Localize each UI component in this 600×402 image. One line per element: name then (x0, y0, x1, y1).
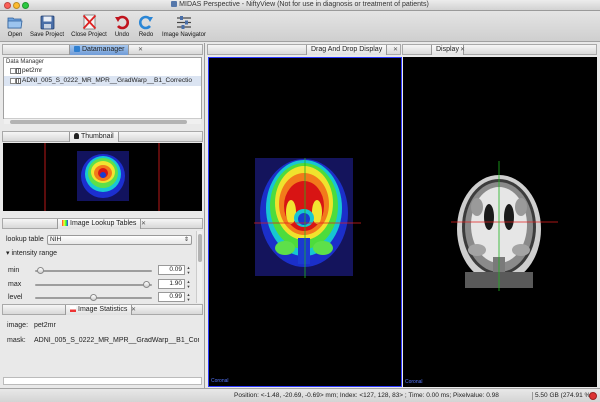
window-titlebar: MIDAS Perspective - NiftyView (Not for u… (0, 0, 600, 11)
datamanager-close-icon[interactable]: ✕ (138, 45, 143, 55)
window-title-text: MIDAS Perspective - NiftyView (Not for u… (179, 1, 429, 8)
tab-display[interactable]: Display (431, 45, 464, 55)
redo-arrow-icon (134, 12, 158, 32)
sliders-icon (160, 12, 208, 32)
window-title: MIDAS Perspective - NiftyView (Not for u… (0, 1, 600, 8)
min-stepper[interactable]: ▲ ▼ (186, 265, 191, 275)
image-label: image: (7, 322, 29, 329)
data-node[interactable]: ADNI_005_S_0222_MR_MPR__GradWarp__B1_Cor… (4, 76, 201, 86)
lookup-table-select[interactable]: NIH ⇕ (47, 235, 192, 245)
drag-drop-render-window[interactable]: Coronal (208, 57, 402, 387)
save-project-button-label: Save Project (29, 32, 65, 38)
display-render-window[interactable]: Coronal (403, 57, 597, 387)
data-node-label: pet2mr (22, 67, 43, 74)
tab-drag-and-drop-display[interactable]: Drag And Drop Display (306, 45, 388, 55)
tab-image-statistics-label: Image Statistics (78, 306, 128, 313)
image-value: pet2mr (34, 322, 56, 329)
memory-status-icon (589, 392, 597, 400)
orientation-label: Coronal (405, 379, 423, 385)
drag-drop-close-icon[interactable]: ✕ (393, 45, 398, 55)
undo-button-label: Undo (114, 32, 130, 38)
status-bar: Position: <-1.48, -20.69, -0.69> mm; Ind… (0, 388, 600, 402)
undo-arrow-icon (110, 12, 134, 32)
scrollbar-thumb[interactable] (10, 120, 187, 124)
intensity-range-toggle[interactable]: ▾ intensity range (6, 249, 57, 257)
mask-value: ADNI_005_S_0222_MR_MPR__GradWarp__B1_Cor… (34, 337, 199, 344)
min-slider-track[interactable] (35, 270, 152, 272)
orientation-label: Coronal (211, 378, 229, 384)
open-button-label: Open (7, 32, 23, 38)
save-floppy-icon (29, 12, 65, 32)
data-node[interactable]: pet2mr (4, 66, 201, 76)
datamanager-icon (74, 46, 80, 52)
statistics-panel-header: Image Statistics ✕ (2, 304, 203, 315)
display-close-icon[interactable]: ✕ (460, 45, 465, 55)
statistics-chart-icon (70, 306, 76, 312)
tab-image-statistics[interactable]: Image Statistics (65, 305, 133, 315)
max-stepper[interactable]: ▲ ▼ (186, 279, 191, 289)
lookup-panel-header: Image Lookup Tables ✕ (2, 218, 203, 229)
tab-datamanager[interactable]: Datamanager (69, 45, 130, 55)
tab-display-label: Display (436, 46, 459, 53)
disclosure-triangle-icon: ▾ (6, 250, 10, 257)
data-node-label: ADNI_005_S_0222_MR_MPR__GradWarp__B1_Cor… (22, 77, 192, 84)
datamanager-horizontal-scrollbar[interactable] (4, 118, 201, 124)
close-project-button[interactable]: Close Project (70, 12, 108, 41)
statistics-results (3, 377, 202, 385)
tab-drag-and-drop-display-label: Drag And Drop Display (311, 46, 383, 53)
lookup-table-icon (62, 220, 68, 226)
scrollbar-thumb[interactable] (198, 234, 202, 262)
tab-datamanager-label: Datamanager (82, 46, 125, 53)
thumbnail-icon (74, 133, 79, 139)
lookup-table-value: NIH (50, 236, 62, 243)
drag-drop-display-header: Drag And Drop Display ✕ (207, 44, 401, 55)
level-value-field[interactable]: 0.99 (158, 292, 185, 302)
lookup-table-label: lookup table (6, 236, 44, 243)
tab-thumbnail[interactable]: Thumbnail (69, 132, 119, 142)
chevron-updown-icon: ⇕ (183, 237, 189, 243)
statistics-panel-close-icon[interactable]: ✕ (131, 305, 136, 315)
undo-button[interactable]: Undo (110, 12, 134, 41)
open-folder-icon (2, 12, 28, 32)
save-project-button[interactable]: Save Project (29, 12, 65, 41)
lookup-panel-close-icon[interactable]: ✕ (141, 219, 146, 229)
redo-button[interactable]: Redo (134, 12, 158, 41)
tab-image-lookup-tables[interactable]: Image Lookup Tables (57, 219, 142, 229)
intensity-range-label: intensity range (11, 250, 57, 257)
level-label: level (8, 294, 23, 301)
status-divider (532, 392, 533, 400)
thumbnail-view[interactable] (3, 143, 202, 211)
image-node-icon (16, 78, 21, 84)
open-button[interactable]: Open (2, 12, 28, 41)
mask-label: mask: (7, 337, 26, 344)
min-value: 0.09 (169, 266, 182, 273)
close-project-icon (70, 12, 108, 32)
max-label: max (8, 281, 22, 288)
datamanager-panel-header: Datamanager ✕ (2, 44, 203, 55)
tab-thumbnail-label: Thumbnail (81, 133, 114, 140)
position-readout: Position: <-1.48, -20.69, -0.69> mm; Ind… (234, 392, 499, 399)
image-navigator-button[interactable]: Image Navigator (160, 12, 208, 41)
max-slider-track[interactable] (35, 284, 152, 286)
app-icon (171, 1, 178, 7)
min-value-field[interactable]: 0.09 (158, 265, 185, 275)
display-header: Display ✕ (402, 44, 597, 55)
data-manager-tree[interactable]: Data Manager pet2mr ADNI_005_S_0222_MR_M… (3, 57, 202, 119)
thumbnail-panel-header: Thumbnail (2, 131, 203, 142)
tab-image-lookup-tables-label: Image Lookup Tables (70, 220, 137, 227)
min-label: min (8, 267, 20, 274)
data-manager-header: Data Manager (6, 59, 45, 65)
max-value-field[interactable]: 1.90 (158, 279, 185, 289)
main-toolbar: Open Save Project Close Project Undo Red… (0, 11, 600, 42)
memory-usage: 5.50 GB (274.91 %) (535, 392, 593, 399)
max-value: 1.90 (169, 280, 182, 287)
level-value: 0.99 (169, 293, 182, 300)
image-navigator-button-label: Image Navigator (161, 32, 207, 38)
level-slider-handle[interactable] (89, 294, 97, 301)
lookup-vertical-scrollbar[interactable] (196, 231, 202, 303)
redo-button-label: Redo (138, 32, 154, 38)
image-node-icon (16, 68, 21, 74)
level-stepper[interactable]: ▲ ▼ (186, 292, 191, 302)
close-project-button-label: Close Project (71, 32, 107, 38)
